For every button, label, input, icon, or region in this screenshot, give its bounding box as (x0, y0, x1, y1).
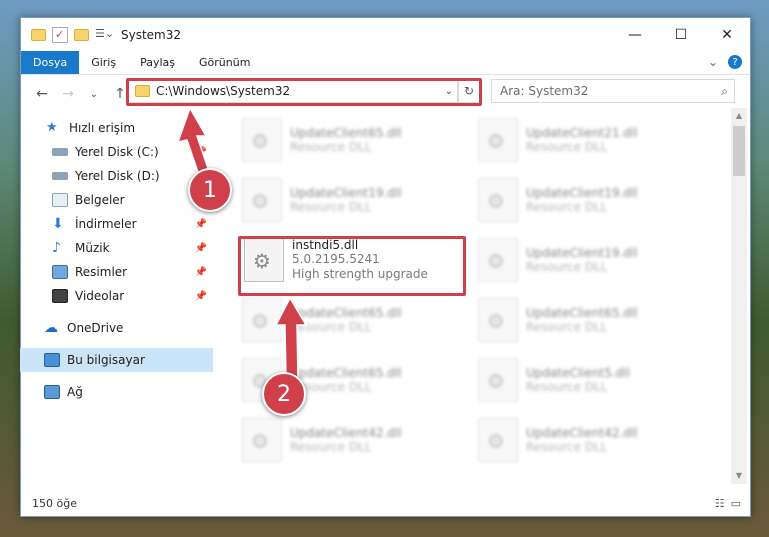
arrow-2 (274, 296, 308, 379)
step-badge-1: 1 (188, 168, 232, 212)
step-badge-2: 2 (262, 372, 306, 416)
annotation-arrows (176, 106, 308, 379)
